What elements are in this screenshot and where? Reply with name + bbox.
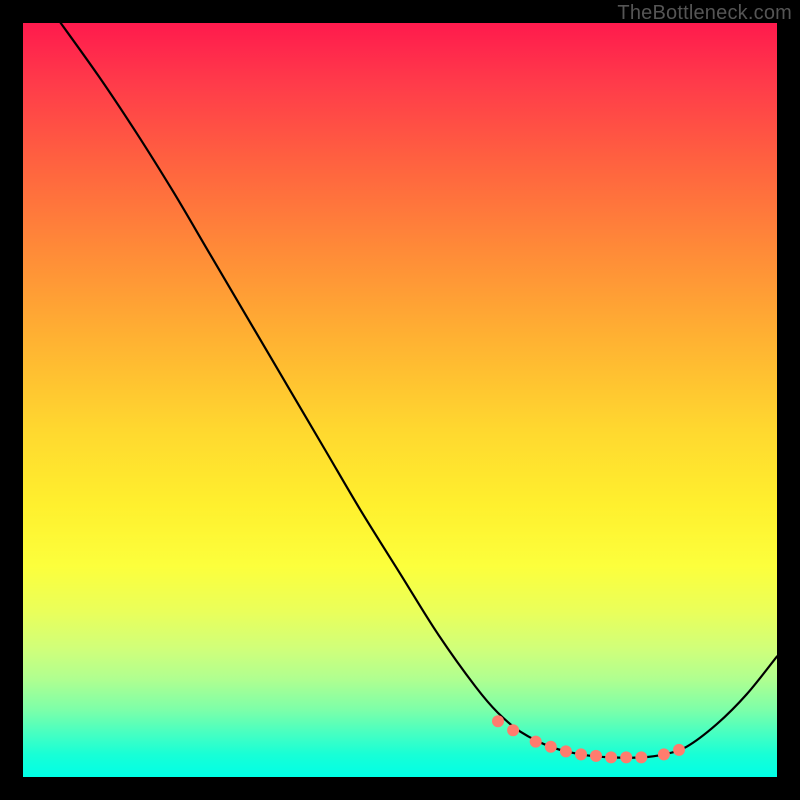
chart-area — [23, 23, 777, 777]
marker-dot — [606, 752, 617, 763]
marker-dot — [545, 741, 556, 752]
bottleneck-curve-svg — [23, 23, 777, 777]
bottleneck-curve — [61, 23, 777, 758]
marker-dot — [591, 750, 602, 761]
watermark-text: TheBottleneck.com — [617, 2, 792, 25]
marker-dot — [493, 716, 504, 727]
marker-dot — [621, 752, 632, 763]
marker-dot — [560, 746, 571, 757]
marker-dot — [636, 752, 647, 763]
marker-dot — [530, 736, 541, 747]
marker-dot — [508, 725, 519, 736]
marker-dot — [576, 749, 587, 760]
marker-dot — [674, 744, 685, 755]
marker-dot — [658, 749, 669, 760]
